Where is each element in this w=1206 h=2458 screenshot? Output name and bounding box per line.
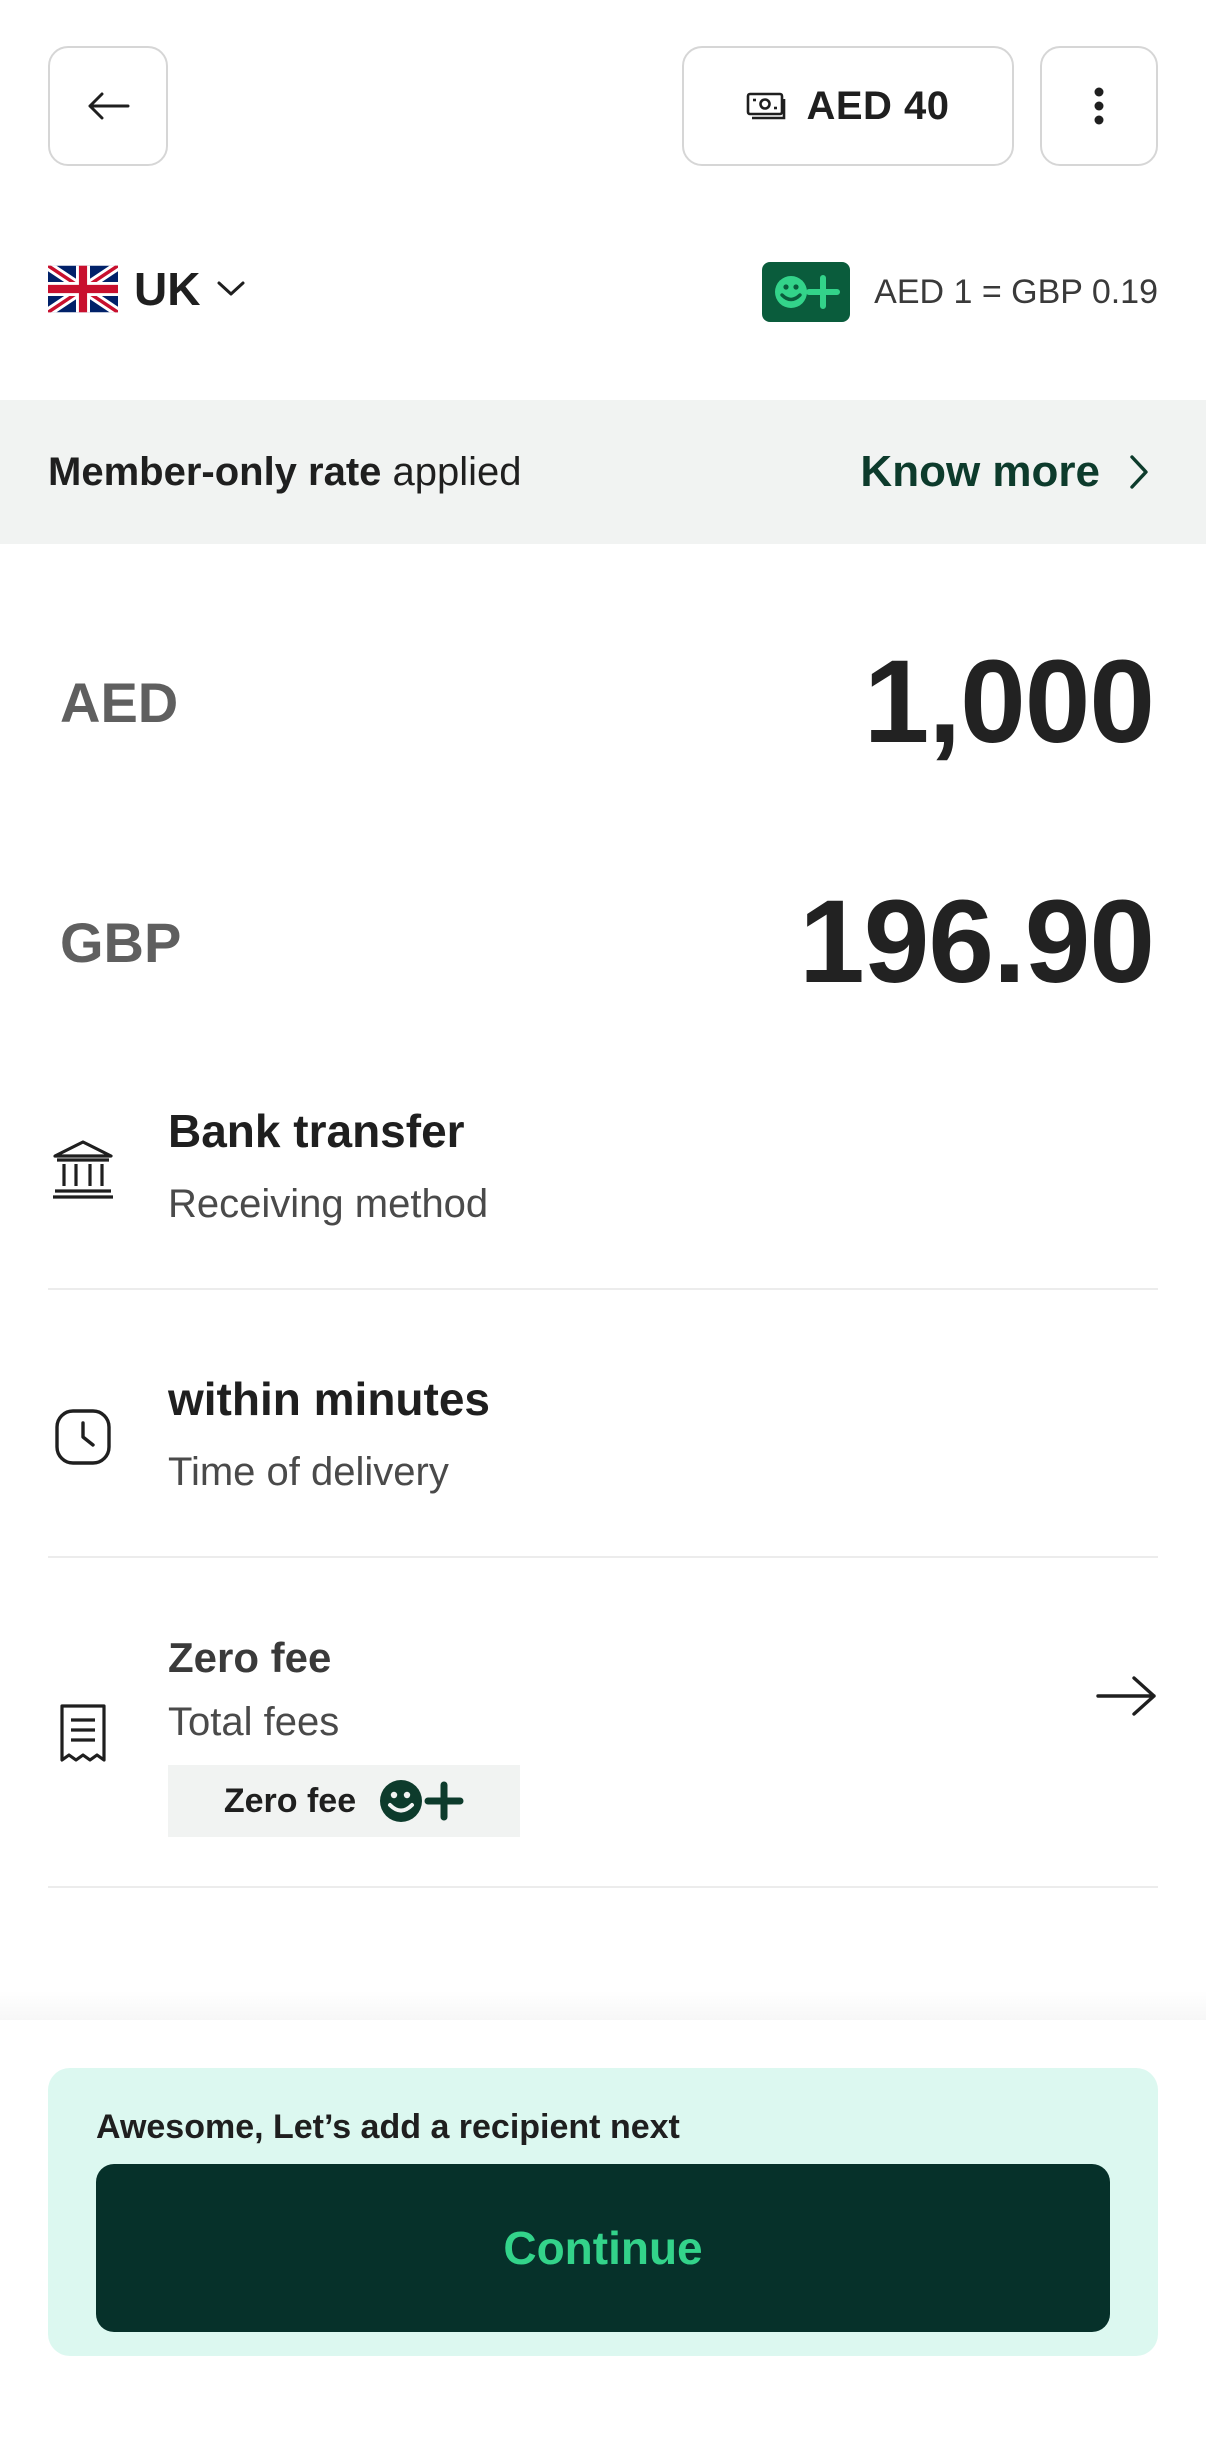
receive-amount[interactable]: 196.90 [799,874,1155,1010]
continue-label: Continue [503,2222,703,2274]
exchange-rate-text: AED 1 = GBP 0.19 [874,272,1158,311]
member-rate-text: Member-only rate applied [48,450,522,495]
chevron-down-icon [217,281,245,296]
receipt-icon [48,1698,118,1768]
delivery-time-row: within minutes Time of delivery [48,1290,1158,1558]
country-label: UK [134,263,201,315]
receiving-method-row: Bank transfer Receiving method [48,1090,1158,1290]
total-fees-row[interactable]: Zero fee Total fees Zero fee [48,1558,1158,1888]
uk-flag-icon [48,265,118,313]
country-selector[interactable]: UK [48,262,246,316]
back-button[interactable] [48,46,168,166]
plus-member-icon [762,262,851,322]
member-rate-rest: applied [381,449,522,494]
arrow-left-icon [88,92,130,120]
receive-currency: GBP [60,910,182,974]
clock-icon [48,1402,118,1472]
wallet-balance-button[interactable]: AED 40 [682,46,1014,166]
send-currency: AED [60,670,179,734]
send-amount-row[interactable]: AED 1,000 [60,632,1155,772]
cash-icon [747,92,786,120]
total-fees-body: Zero fee Total fees Zero fee [168,1634,520,1837]
delivery-time-body: within minutes Time of delivery [168,1372,490,1495]
send-amount[interactable]: 1,000 [864,634,1155,770]
more-options-button[interactable] [1040,46,1158,166]
corridor-row: UK AED 1 = GBP 0.19 [48,262,1158,324]
next-step-hint: Awesome, Let’s add a recipient next [96,2108,680,2146]
more-vertical-icon [1094,87,1104,125]
zero-fee-chip: Zero fee [168,1765,520,1837]
receiving-method-subtitle: Receiving method [168,1182,489,1226]
receive-amount-row[interactable]: GBP 196.90 [60,872,1155,1012]
plus-member-icon [380,1780,464,1822]
total-fees-subtitle: Total fees [168,1700,340,1744]
receiving-method-body: Bank transfer Receiving method [168,1104,488,1227]
delivery-time-title: within minutes [168,1373,490,1425]
continue-button[interactable]: Continue [96,2164,1110,2332]
zero-fee-chip-label: Zero fee [223,1781,357,1820]
bank-icon [48,1134,118,1204]
total-fees-title: Zero fee [168,1634,332,1681]
delivery-time-subtitle: Time of delivery [168,1450,449,1494]
top-bar: AED 40 [48,46,1158,166]
exchange-rate: AED 1 = GBP 0.19 [762,262,1158,322]
know-more-label: Know more [860,447,1100,496]
arrow-right-icon[interactable] [1096,1674,1158,1718]
wallet-balance-label: AED 40 [806,83,950,128]
chevron-right-icon [1130,455,1148,489]
footer-shadow [0,1990,1206,2020]
member-rate-banner: Member-only rate applied Know more [0,400,1206,544]
next-step-card: Awesome, Let’s add a recipient next Cont… [48,2068,1158,2356]
member-rate-bold: Member-only rate [48,449,382,494]
receiving-method-title: Bank transfer [168,1105,465,1157]
footer: Awesome, Let’s add a recipient next Cont… [0,2020,1206,2458]
know-more-link[interactable]: Know more [860,400,1150,544]
